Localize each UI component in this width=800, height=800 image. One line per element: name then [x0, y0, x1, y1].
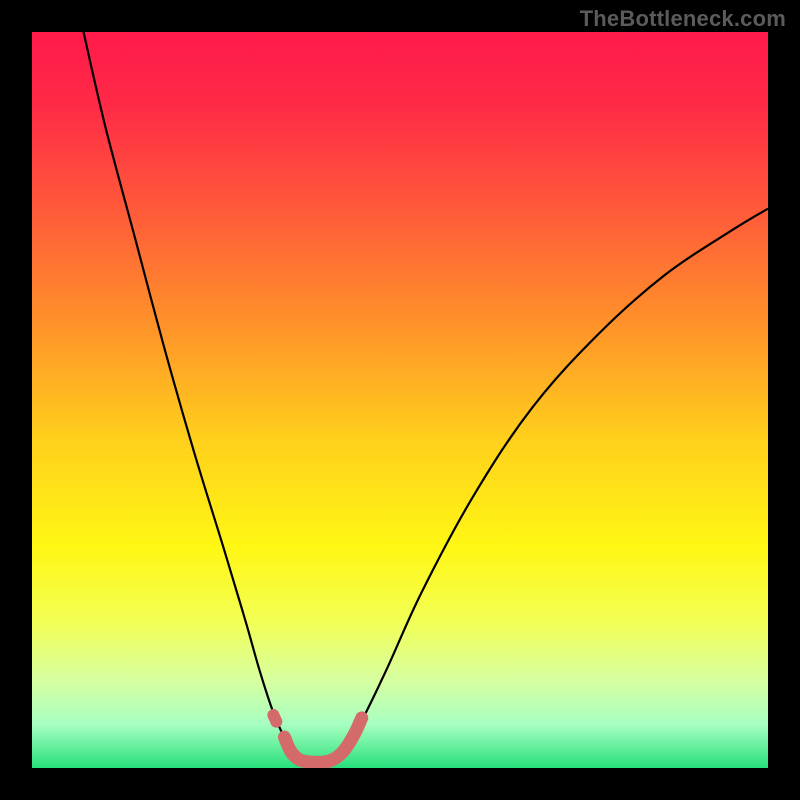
- chart-frame: TheBottleneck.com: [0, 0, 800, 800]
- chart-background: [32, 32, 768, 768]
- watermark-text: TheBottleneck.com: [580, 6, 786, 32]
- series-highlight-left-dot: [273, 715, 276, 722]
- plot-area: [32, 32, 768, 768]
- chart-svg: [32, 32, 768, 768]
